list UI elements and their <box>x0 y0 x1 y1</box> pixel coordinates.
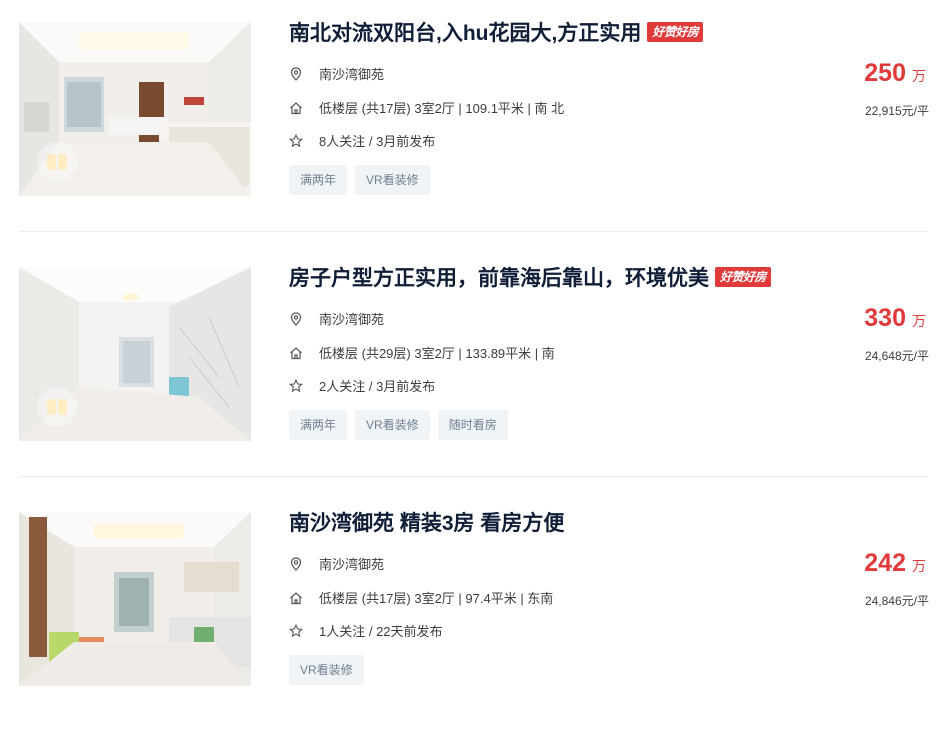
total-price-value: 330 <box>864 304 906 332</box>
vr-icon <box>37 142 77 182</box>
unit-price: 22,915元/平 <box>864 104 929 118</box>
total-price-value: 250 <box>864 59 906 87</box>
community-row: 南沙湾御苑 <box>289 309 384 328</box>
total-price: 250 万 <box>864 59 926 88</box>
listing-title[interactable]: 房子户型方正实用，前靠海后靠山，环境优美 好赞好房 <box>289 262 772 292</box>
location-pin-icon <box>289 311 303 326</box>
tag-list: 满两年 VR看装修 随时看房 <box>289 410 508 440</box>
house-icon <box>289 101 303 115</box>
listing-title-text[interactable]: 南沙湾御苑 精装3房 看房方便 <box>289 507 564 537</box>
divider <box>19 231 928 232</box>
location-pin-icon <box>289 556 303 571</box>
tag-list: VR看装修 <box>289 655 364 685</box>
listing-title-text[interactable]: 房子户型方正实用，前靠海后靠山，环境优美 <box>289 262 709 292</box>
house-info-row: 低楼层 (共17层) 3室2厅 | 97.4平米 | 东南 <box>289 588 553 607</box>
vr-icon <box>37 387 77 427</box>
listing-photo[interactable] <box>19 267 251 441</box>
follow-info-row: 8人关注 / 3月前发布 <box>289 131 435 150</box>
good-house-badge: 好赞好房 <box>647 22 704 42</box>
listing-photo[interactable] <box>19 22 251 196</box>
total-price: 242 万 <box>864 549 926 578</box>
unit-price: 24,648元/平 <box>864 349 929 363</box>
follow-info-text: 1人关注 / 22天前发布 <box>319 624 443 639</box>
community-link[interactable]: 南沙湾御苑 <box>319 309 384 328</box>
follow-info-row: 2人关注 / 3月前发布 <box>289 376 435 395</box>
star-icon <box>289 378 303 393</box>
listing-title[interactable]: 南沙湾御苑 精装3房 看房方便 <box>289 507 564 537</box>
tag-item: VR看装修 <box>355 165 430 195</box>
community-row: 南沙湾御苑 <box>289 554 384 573</box>
tag-item: VR看装修 <box>355 410 430 440</box>
listing-title[interactable]: 南北对流双阳台,入hu花园大,方正实用 好赞好房 <box>289 17 704 47</box>
divider <box>19 476 928 477</box>
listing-photo[interactable] <box>19 512 251 686</box>
community-link[interactable]: 南沙湾御苑 <box>319 64 384 83</box>
house-info-text: 低楼层 (共29层) 3室2厅 | 133.89平米 | 南 <box>319 346 555 361</box>
follow-info-text: 2人关注 / 3月前发布 <box>319 379 436 394</box>
star-icon <box>289 133 303 148</box>
location-pin-icon <box>289 66 303 81</box>
follow-info-row: 1人关注 / 22天前发布 <box>289 621 443 640</box>
tag-item: 随时看房 <box>437 410 508 440</box>
price-unit: 万 <box>912 313 926 329</box>
house-icon <box>289 346 303 360</box>
community-row: 南沙湾御苑 <box>289 64 384 83</box>
listing-item[interactable]: 南北对流双阳台,入hu花园大,方正实用 好赞好房 南沙湾御苑 低楼层 (共17层… <box>0 0 944 245</box>
house-info-row: 低楼层 (共17层) 3室2厅 | 109.1平米 | 南 北 <box>289 98 564 117</box>
tag-item: 满两年 <box>289 410 348 440</box>
tag-item: VR看装修 <box>289 655 364 685</box>
house-icon <box>289 591 303 605</box>
follow-info-text: 8人关注 / 3月前发布 <box>319 134 436 149</box>
listing-title-text[interactable]: 南北对流双阳台,入hu花园大,方正实用 <box>289 17 641 47</box>
total-price-value: 242 <box>864 549 906 577</box>
community-link[interactable]: 南沙湾御苑 <box>319 554 384 573</box>
house-info-text: 低楼层 (共17层) 3室2厅 | 97.4平米 | 东南 <box>319 591 554 606</box>
listing-item[interactable]: 房子户型方正实用，前靠海后靠山，环境优美 好赞好房 南沙湾御苑 低楼层 (共29… <box>0 245 944 490</box>
price-unit: 万 <box>912 68 926 84</box>
tag-item: 满两年 <box>289 165 348 195</box>
unit-price: 24,846元/平 <box>864 594 929 608</box>
good-house-badge: 好赞好房 <box>715 267 772 287</box>
price-unit: 万 <box>912 558 926 574</box>
house-info-row: 低楼层 (共29层) 3室2厅 | 133.89平米 | 南 <box>289 343 555 362</box>
tag-list: 满两年 VR看装修 <box>289 165 430 195</box>
listing-item[interactable]: 南沙湾御苑 精装3房 看房方便 南沙湾御苑 低楼层 (共17层) 3室2厅 | … <box>0 490 944 735</box>
star-icon <box>289 623 303 638</box>
total-price: 330 万 <box>864 304 926 333</box>
house-info-text: 低楼层 (共17层) 3室2厅 | 109.1平米 | 南 北 <box>319 101 565 116</box>
